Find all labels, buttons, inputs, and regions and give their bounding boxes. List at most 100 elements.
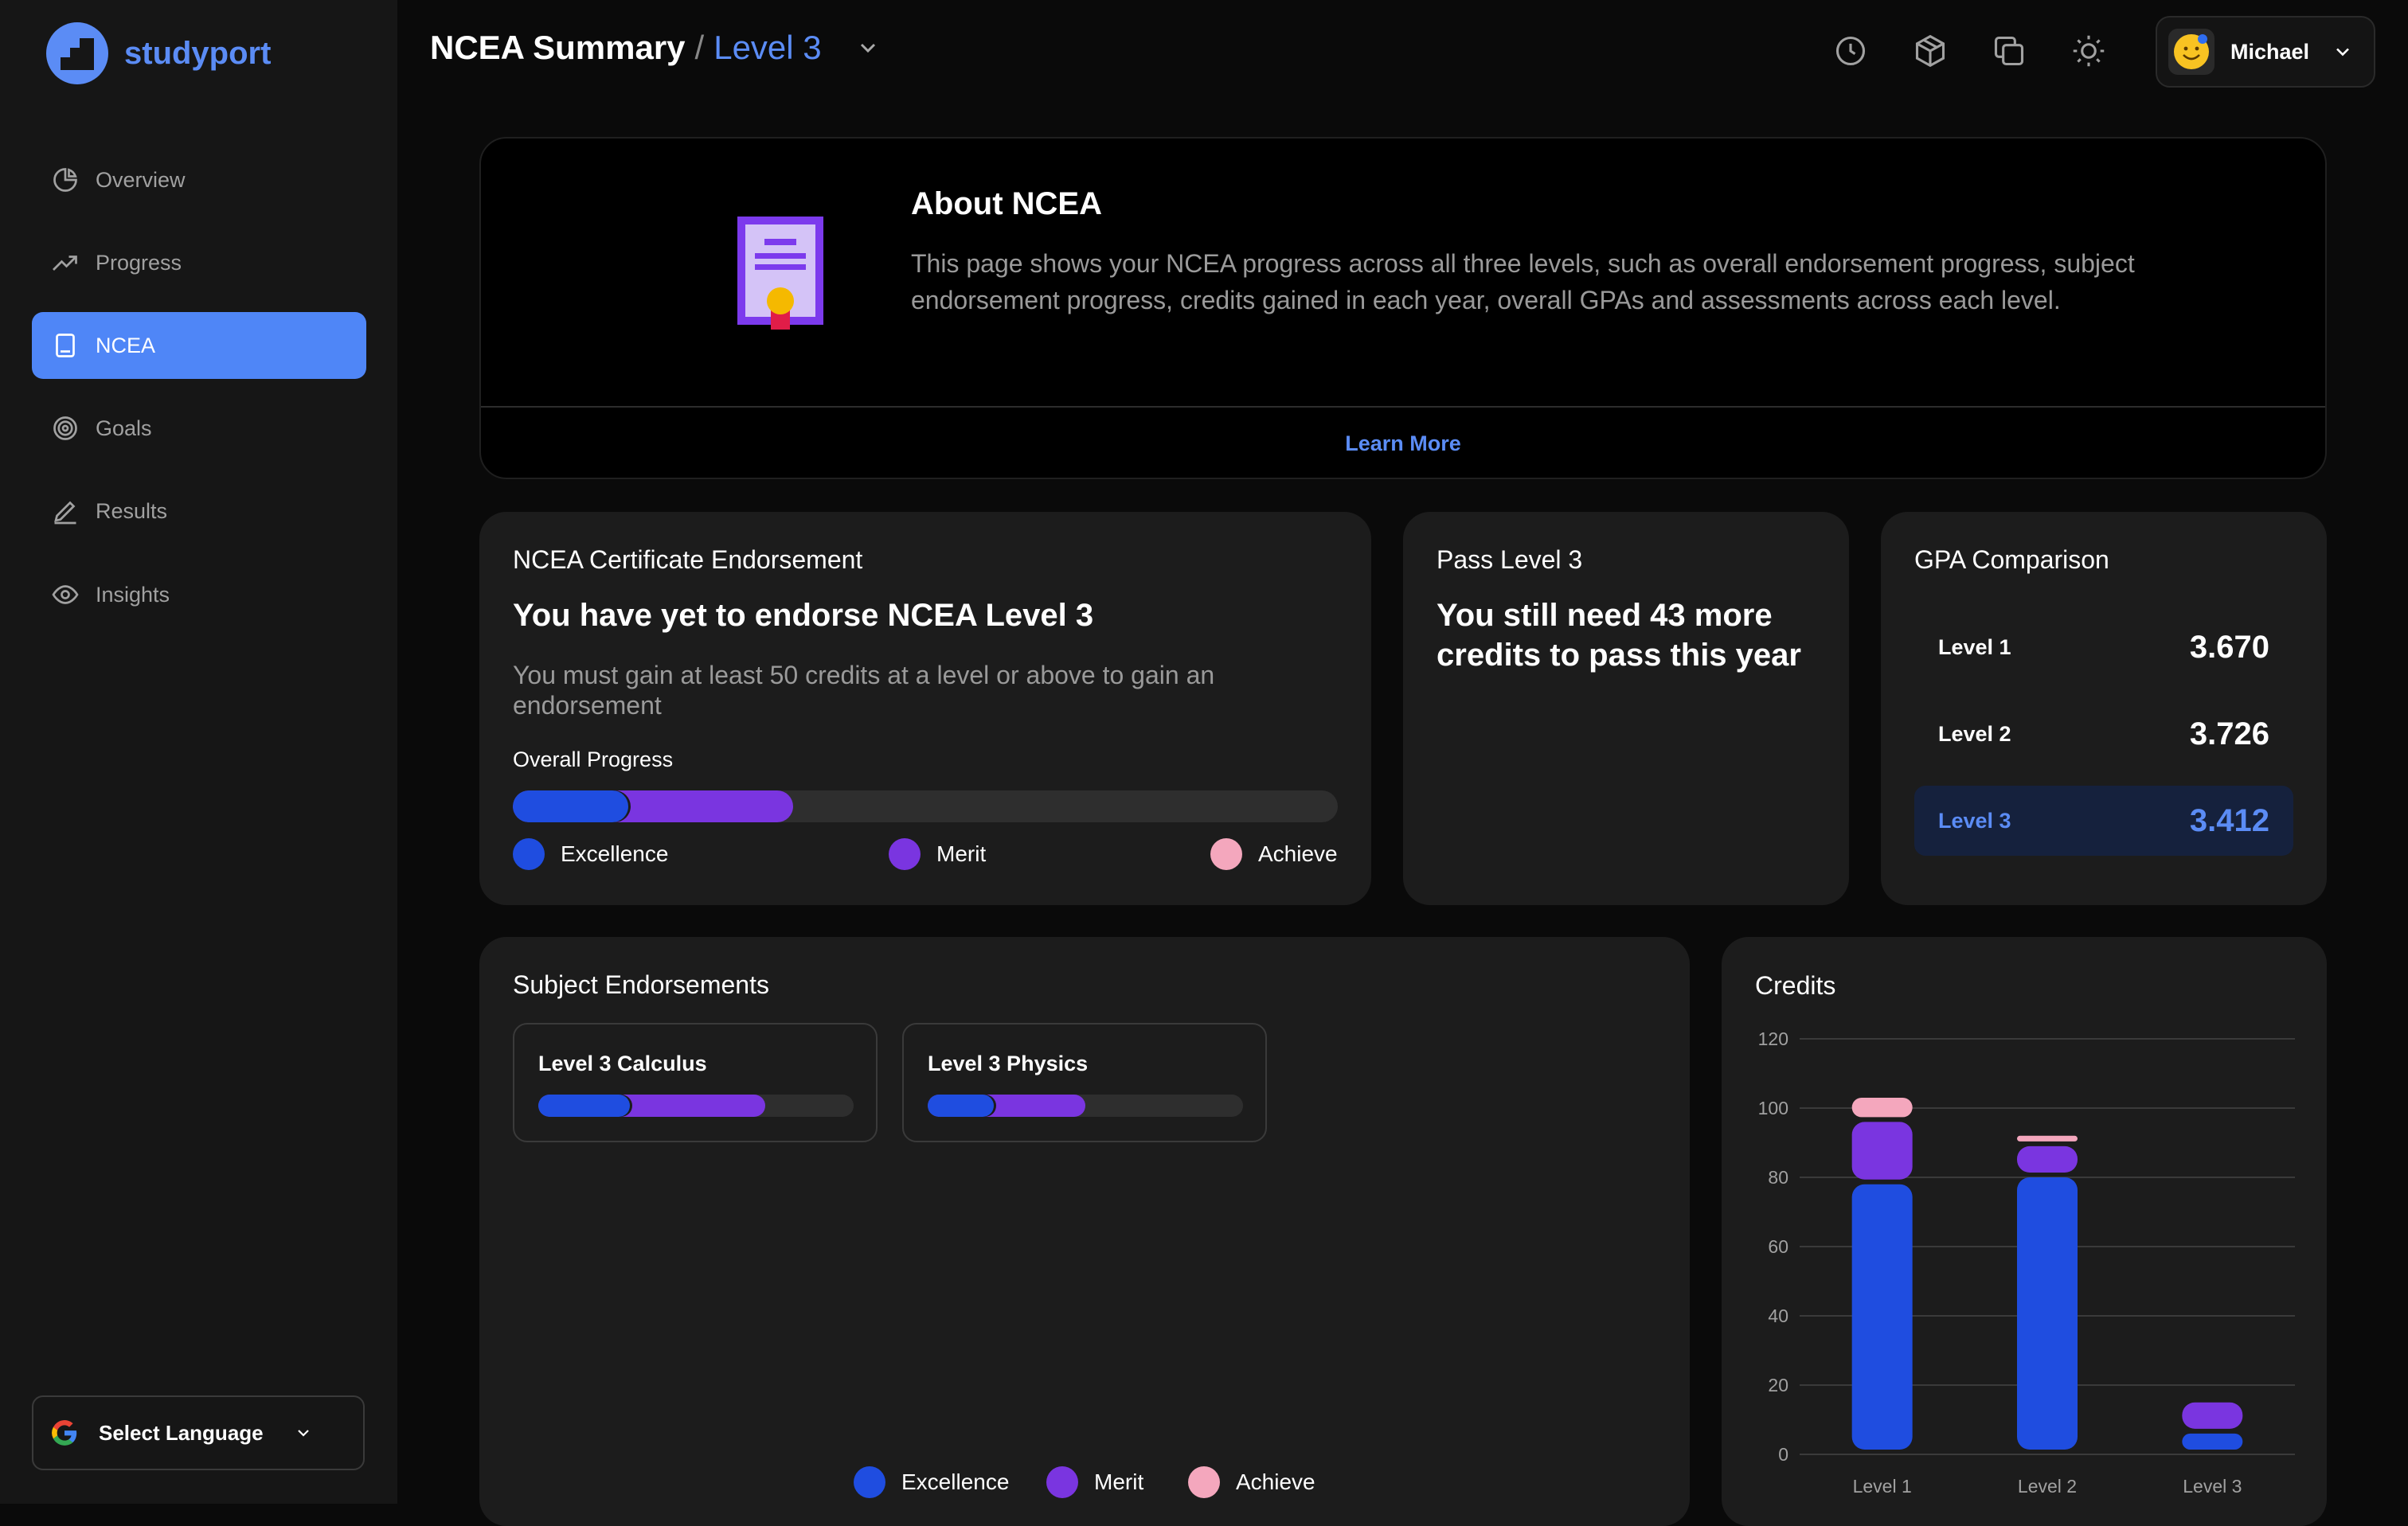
smiley-avatar-icon: [2174, 34, 2209, 69]
studyport-logo-icon: [46, 22, 108, 84]
bar-segment-merit: [1851, 1122, 1913, 1180]
about-description: This page shows your NCEA progress acros…: [911, 249, 2135, 314]
gpa-level-label: Level 2: [1938, 721, 2011, 746]
level-selector-label[interactable]: Level 3: [713, 29, 821, 67]
user-menu[interactable]: Michael: [2156, 16, 2375, 88]
level-dropdown-chevron-icon[interactable]: [855, 35, 881, 60]
trending-up-icon: [49, 247, 81, 279]
sidebar-item-label: Results: [96, 498, 168, 523]
gpa-row-level-3[interactable]: Level 3 3.412: [1914, 786, 2293, 856]
excellence-segment: [928, 1095, 995, 1117]
user-name: Michael: [2230, 39, 2310, 64]
y-tick-label: 40: [1768, 1305, 1788, 1326]
sidebar-item-insights[interactable]: Insights: [32, 561, 366, 628]
merit-dot: [1046, 1466, 1078, 1498]
gpa-row-level-1[interactable]: Level 1 3.670: [1914, 612, 2293, 682]
legend-excellence: Excellence: [513, 838, 668, 870]
subject-card-calculus[interactable]: Level 3 Calculus: [513, 1023, 878, 1142]
merit-dot: [889, 838, 921, 870]
chevron-down-icon: [2336, 48, 2349, 57]
legend-label: Achieve: [1236, 1469, 1315, 1494]
chevron-down-icon: [297, 1430, 309, 1437]
y-tick-label: 20: [1768, 1375, 1788, 1395]
gpa-card-title: GPA Comparison: [1914, 545, 2109, 574]
bar-segment-achieve: [2017, 1135, 2078, 1142]
y-tick-label: 100: [1758, 1098, 1788, 1118]
sidebar-item-label: NCEA: [96, 333, 156, 357]
excellence-segment: [513, 790, 629, 822]
bar-segment-merit: [2017, 1145, 2078, 1173]
sidebar-item-goals[interactable]: Goals: [32, 395, 366, 462]
subject-endorsements-card: Subject Endorsements Level 3 Calculus Le…: [479, 937, 1690, 1526]
bar-segment-excellence: [2182, 1433, 2243, 1450]
excellence-segment: [538, 1095, 630, 1117]
y-tick-label: 60: [1768, 1236, 1788, 1257]
history-clock-icon[interactable]: [1831, 32, 1870, 70]
subjects-card-title: Subject Endorsements: [513, 970, 769, 999]
page-title-text: NCEA Summary: [430, 29, 686, 66]
legend-merit: Merit: [889, 838, 986, 870]
pass-card-title: Pass Level 3: [1437, 545, 1583, 574]
sidebar-item-ncea[interactable]: NCEA: [32, 312, 366, 379]
endorsement-card-title: NCEA Certificate Endorsement: [513, 545, 863, 574]
gpa-value: 3.726: [2189, 716, 2269, 751]
sidebar-item-label: Progress: [96, 250, 182, 275]
bar-segment-excellence: [2017, 1177, 2078, 1450]
certificate-endorsement-card: NCEA Certificate Endorsement You have ye…: [479, 512, 1371, 905]
package-cube-icon[interactable]: [1911, 32, 1949, 70]
brand[interactable]: studyport: [46, 22, 271, 84]
bar-segment-merit: [2182, 1402, 2243, 1429]
endorsement-note: You must gain at least 50 credits at a l…: [513, 661, 1215, 720]
x-tick-label: Level 1: [1853, 1476, 1912, 1497]
legend-achieve: Achieve: [1210, 838, 1338, 870]
target-icon: [49, 412, 81, 444]
gpa-comparison-card: GPA Comparison Level 1 3.670 Level 2 3.7…: [1881, 512, 2327, 905]
book-icon: [49, 330, 81, 361]
pie-chart-icon: [49, 164, 81, 196]
subject-progress-bar: [928, 1095, 1243, 1117]
bar-segment-excellence: [1851, 1184, 1913, 1450]
x-tick-label: Level 3: [2183, 1476, 2242, 1497]
sidebar-item-label: Insights: [96, 582, 170, 607]
x-tick-label: Level 2: [2018, 1476, 2077, 1497]
sidebar-item-progress[interactable]: Progress: [32, 229, 366, 296]
language-select[interactable]: Select Language: [32, 1395, 365, 1470]
sidebar-item-label: Overview: [96, 167, 186, 192]
legend-label: Merit: [1094, 1469, 1144, 1494]
endorsement-headline: You have yet to endorse NCEA Level 3: [513, 598, 1094, 633]
divider: [481, 406, 2325, 408]
gpa-level-label: Level 3: [1938, 808, 2011, 833]
page-title: NCEA Summary / Level 3: [430, 29, 881, 67]
bar-segment-achieve: [1851, 1097, 1913, 1118]
credits-chart-card: Credits 0 20 40 60 80 100 120 Level 1 Level 2 Leve…: [1722, 937, 2327, 1526]
excellence-dot: [513, 838, 545, 870]
subject-name: Level 3 Physics: [928, 1052, 1089, 1075]
gpa-value: 3.412: [2189, 802, 2269, 838]
about-ncea-card: About NCEA This page shows your NCEA pro…: [479, 137, 2327, 479]
learn-more-link[interactable]: Learn More: [481, 431, 2325, 456]
about-title: About NCEA: [911, 186, 1102, 221]
overall-progress-bar: [513, 790, 1338, 822]
pencil-icon: [49, 495, 81, 527]
credits-chart: Credits 0 20 40 60 80 100 120 Level 1 Level 2 Leve…: [1755, 971, 2295, 1497]
y-tick-label: 0: [1778, 1444, 1788, 1465]
certificate-icon: [737, 217, 823, 330]
gpa-level-label: Level 1: [1938, 634, 2011, 659]
language-label: Select Language: [99, 1420, 264, 1445]
sidebar-item-results[interactable]: Results: [32, 478, 366, 544]
achieve-dot: [1188, 1466, 1220, 1498]
legend-label: Excellence: [561, 841, 669, 866]
gpa-row-level-2[interactable]: Level 2 3.726: [1914, 699, 2293, 769]
pass-message: You still need 43 more credits to pass t…: [1437, 598, 1801, 673]
sidebar-item-overview[interactable]: Overview: [32, 146, 366, 213]
sidebar-item-label: Goals: [96, 416, 152, 440]
legend-merit: Merit: [1046, 1466, 1143, 1498]
legend-label: Merit: [936, 841, 987, 866]
legend-label: Achieve: [1258, 841, 1338, 866]
pass-level-card: Pass Level 3 You still need 43 more cred…: [1403, 512, 1849, 905]
subject-progress-bar: [538, 1095, 854, 1117]
subject-card-physics[interactable]: Level 3 Physics: [902, 1023, 1267, 1142]
gpa-value: 3.670: [2189, 629, 2269, 665]
sun-theme-toggle-icon[interactable]: [2070, 32, 2108, 70]
copy-windows-icon[interactable]: [1990, 32, 2028, 70]
